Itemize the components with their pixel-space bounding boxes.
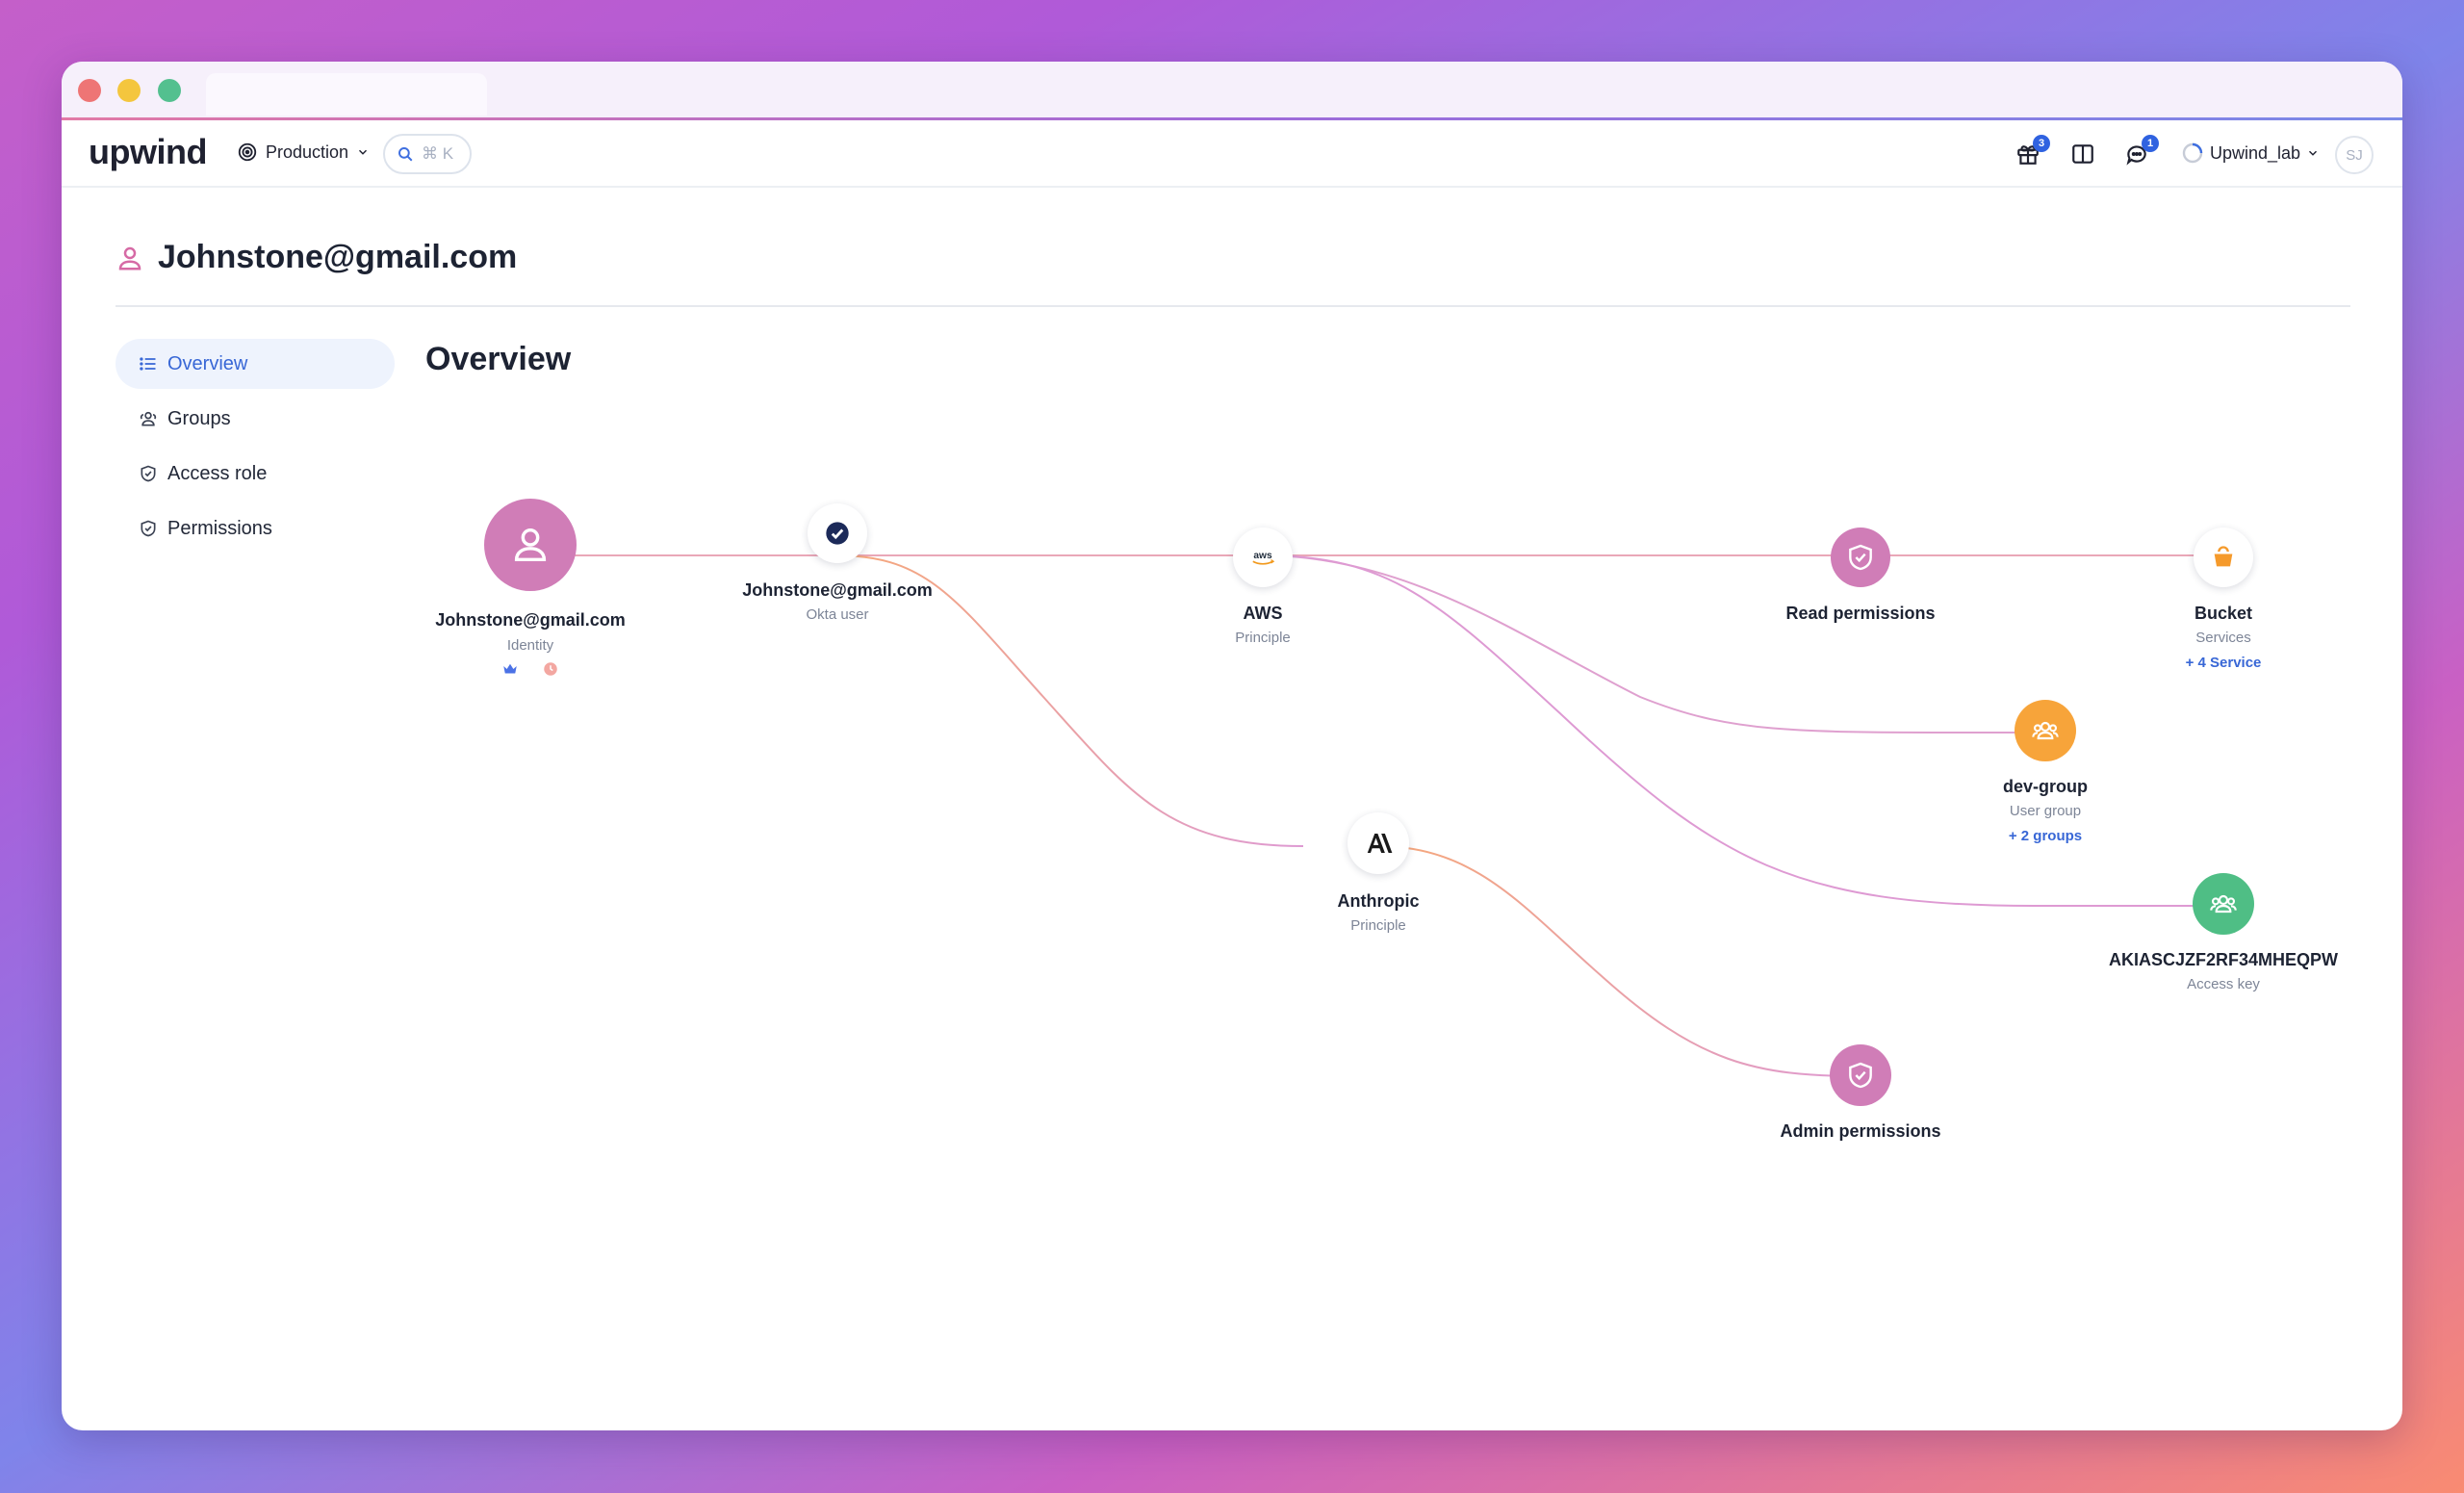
node-label: AWS [1243,604,1283,623]
sidebar-item-overview[interactable]: Overview [116,339,395,389]
window-titlebar [62,62,2402,120]
dev-group-badge [2015,700,2076,761]
identity-avatar [484,499,577,591]
node-label: Admin permissions [1780,1121,1941,1141]
okta-check-icon [826,522,849,545]
more-groups-link[interactable]: + 2 groups [2009,828,2082,844]
access-key-badge [2193,873,2254,935]
node-label: Johnstone@gmail.com [435,610,626,630]
group-icon [2210,894,2237,914]
sidebar-item-label: Overview [167,352,248,374]
page-header: Johnstone@gmail.com [116,239,517,276]
sidebar-item-label: Groups [167,407,231,429]
sidebar-item-label: Access role [167,462,268,484]
close-window-button[interactable] [78,79,101,102]
chat-badge: 1 [2142,135,2159,152]
node-label: Read permissions [1785,604,1936,623]
node-subtitle: Services [2195,630,2251,646]
bucket-badge [2194,528,2253,587]
node-label: Bucket [2194,604,2253,623]
spinner-icon [2182,142,2203,164]
gift-button[interactable]: 3 [2015,135,2050,168]
bucket-icon [2214,546,2233,567]
sidebar-item-access-role[interactable]: Access role [116,449,395,499]
node-label: Johnstone@gmail.com [742,580,933,600]
node-subtitle: Principle [1235,630,1291,646]
svg-text:aws: aws [1253,551,1272,561]
page-title: Johnstone@gmail.com [158,239,518,275]
maximize-window-button[interactable] [158,79,181,102]
aws-logo: aws [1233,528,1293,587]
section-title: Overview [425,341,572,377]
search-shortcut: ⌘ K [422,144,454,163]
upwind-logo[interactable]: upwind [89,132,207,172]
shield-icon [141,465,156,482]
user-avatar[interactable]: SJ [2335,136,2374,174]
anthropic-logo [1348,812,1409,874]
crown-icon [503,663,517,674]
sidebar-item-groups[interactable]: Groups [116,394,395,444]
panel-toggle-button[interactable] [2070,142,2097,168]
shield-check-icon [1849,1062,1872,1089]
target-icon [238,142,257,162]
node-label: dev-group [2003,777,2088,796]
read-permissions-badge [1831,528,1890,587]
aws-logo-icon: aws [1252,551,1275,565]
users-icon [140,411,157,426]
header-divider [116,305,2350,307]
admin-permissions-badge [1830,1044,1891,1106]
anthropic-logo-icon [1367,834,1393,853]
minimize-window-button[interactable] [117,79,141,102]
node-label: AKIASCJZF2RF34MHEQPW [2108,950,2339,969]
app-window: upwind Production ⌘ K 3 1 Upwind_lab SJ [62,62,2402,1430]
chevron-down-icon [2309,150,2318,156]
browser-tab[interactable] [206,73,487,116]
identity-badges [501,660,559,678]
sidebar-item-permissions[interactable]: Permissions [116,503,395,553]
node-subtitle: Access key [2187,976,2260,992]
node-subtitle: Principle [1350,917,1406,934]
sidebar-item-label: Permissions [167,517,272,539]
search-button[interactable]: ⌘ K [383,134,472,174]
top-navigation-bar: upwind Production ⌘ K 3 1 Upwind_lab SJ [62,120,2402,188]
chevron-down-icon [359,149,368,155]
gift-badge: 3 [2033,135,2050,152]
user-icon [118,246,141,270]
environment-label: Production [266,142,349,162]
shield-icon [141,520,156,537]
environment-selector[interactable]: Production [237,142,370,163]
node-subtitle: Okta user [806,606,869,623]
user-icon [514,528,547,562]
book-icon [2072,144,2093,164]
search-icon [398,147,413,162]
okta-logo [808,503,867,563]
node-subtitle: User group [2009,803,2082,819]
chat-button[interactable]: 1 [2124,135,2159,168]
node-subtitle: Identity [506,637,554,654]
group-icon [2032,721,2059,740]
node-label: Anthropic [1337,891,1420,911]
clock-icon [544,662,557,676]
list-icon [140,357,156,371]
org-selector[interactable]: Upwind_lab [2181,142,2320,165]
org-label: Upwind_lab [2210,142,2301,163]
more-services-link[interactable]: + 4 Service [2186,655,2262,671]
edge-aws-devgroup [1262,554,2045,734]
shield-check-icon [1849,544,1872,571]
edge-anthropic-admin [1377,845,1861,1077]
